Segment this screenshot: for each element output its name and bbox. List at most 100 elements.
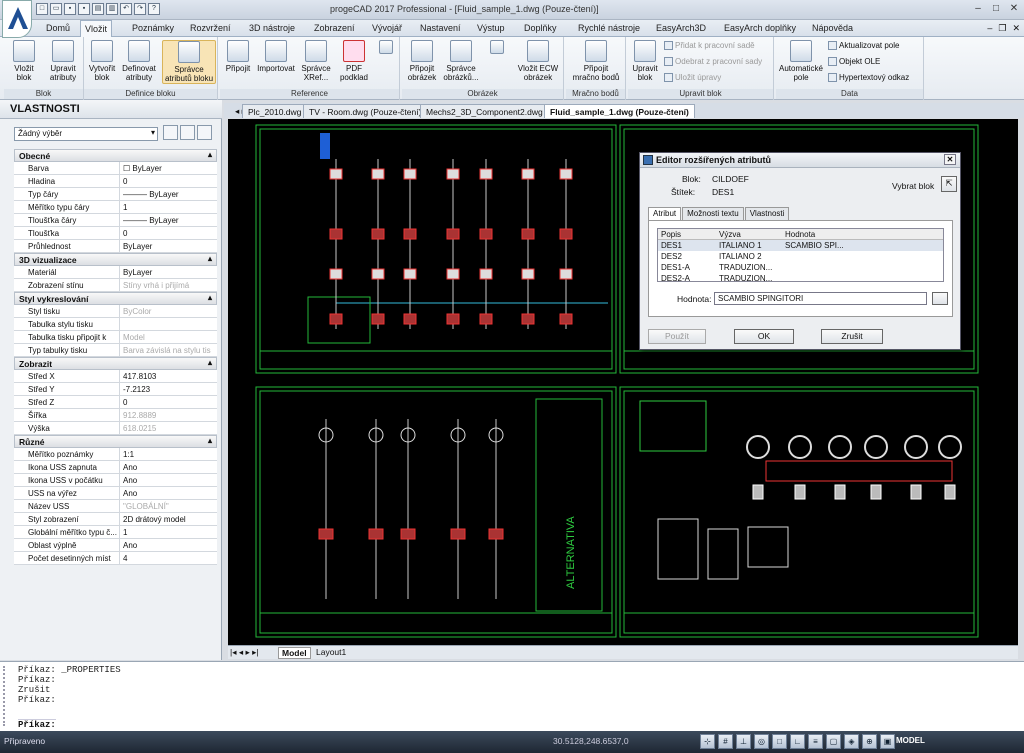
property-row[interactable]: Průhlednost ByLayer bbox=[14, 240, 217, 253]
property-row[interactable]: Ikona USS zapnuta Ano bbox=[14, 461, 217, 474]
property-value[interactable]: Barva závislá na stylu tis bbox=[120, 344, 217, 356]
property-value[interactable]: Ano bbox=[120, 474, 217, 486]
remove-from-workset-button[interactable]: Odebrat z pracovní sady bbox=[664, 57, 762, 66]
osnap-icon[interactable]: □ bbox=[772, 734, 787, 749]
grid-icon[interactable]: # bbox=[718, 734, 733, 749]
property-value[interactable]: -7.2123 bbox=[120, 383, 217, 395]
property-value[interactable]: 1:1 bbox=[120, 448, 217, 460]
insert-block-button[interactable]: Vložit blok bbox=[6, 40, 42, 82]
property-value[interactable]: 0 bbox=[120, 227, 217, 239]
property-value[interactable]: ☐ ByLayer bbox=[120, 162, 217, 174]
tab-vlozit[interactable]: Vložit bbox=[80, 20, 113, 37]
property-row[interactable]: Měřítko poznámky 1:1 bbox=[14, 448, 217, 461]
property-row[interactable]: Ikona USS v počátku Ano bbox=[14, 474, 217, 487]
edit-block-button[interactable]: Upravit blok bbox=[630, 40, 660, 82]
create-block-button[interactable]: Vytvořit blok bbox=[86, 40, 118, 82]
image-tools-button[interactable] bbox=[482, 40, 512, 56]
property-value[interactable]: 4 bbox=[120, 552, 217, 564]
snap-icon[interactable]: ⊹ bbox=[700, 734, 715, 749]
open-icon[interactable]: ▭ bbox=[50, 3, 62, 15]
doc-tab-4[interactable]: Fluid_sample_1.dwg (Pouze-čtení) bbox=[544, 104, 695, 118]
close-doc-button[interactable]: ✕ bbox=[1012, 23, 1020, 34]
tab-nastaveni[interactable]: Nastavení bbox=[416, 22, 465, 34]
property-row[interactable]: Měřítko typu čáry 1 bbox=[14, 201, 217, 214]
property-category[interactable]: Zobrazit bbox=[14, 357, 217, 370]
attribute-table[interactable]: Popis Výzva Hodnota DES1 ITALIANO 1 SCAMBI… bbox=[657, 228, 944, 282]
property-row[interactable]: Šířka 912.8889 bbox=[14, 409, 217, 422]
restore-doc-button[interactable]: ❐ bbox=[998, 23, 1006, 34]
minimize-doc-button[interactable]: – bbox=[987, 23, 992, 34]
redo-icon[interactable]: ↷ bbox=[134, 3, 146, 15]
tab-easyarch-doplnky[interactable]: EasyArch doplňky bbox=[720, 22, 800, 34]
command-prompt[interactable]: Příkaz: bbox=[18, 719, 56, 730]
quick-props-icon[interactable]: ◈ bbox=[844, 734, 859, 749]
property-row[interactable]: Oblast výplně Ano bbox=[14, 539, 217, 552]
tab-zobrazeni[interactable]: Zobrazení bbox=[310, 22, 359, 34]
property-row[interactable]: Typ čáry ——— ByLayer bbox=[14, 188, 217, 201]
property-value[interactable]: Ano bbox=[120, 487, 217, 499]
property-value[interactable]: ByLayer bbox=[120, 240, 217, 252]
attach-button[interactable]: Připojit bbox=[222, 40, 254, 73]
lineweight-icon[interactable]: ≡ bbox=[808, 734, 823, 749]
new-icon[interactable]: □ bbox=[36, 3, 48, 15]
model-tab[interactable]: Model bbox=[278, 647, 311, 659]
tab-vlastnosti[interactable]: Vlastnosti bbox=[744, 207, 790, 220]
import-button[interactable]: Importovat bbox=[256, 40, 296, 73]
block-attribute-manager-button[interactable]: Správce atributů bloku bbox=[162, 40, 216, 84]
hyperlink-button[interactable]: Hypertextový odkaz bbox=[828, 73, 909, 82]
ole-object-button[interactable]: Objekt OLE bbox=[828, 57, 880, 66]
automatic-field-button[interactable]: Automatické pole bbox=[778, 40, 824, 82]
pdf-underlay-button[interactable]: PDF podklad bbox=[336, 40, 372, 82]
apply-button[interactable]: Použít bbox=[648, 329, 706, 344]
doc-tab-1[interactable]: Plc_2010.dwg bbox=[242, 104, 308, 118]
update-fields-button[interactable]: Aktualizovat pole bbox=[828, 41, 899, 50]
tab-vyvojar[interactable]: Vývojář bbox=[368, 22, 406, 34]
property-row[interactable]: Globální měřítko typu č... 1 bbox=[14, 526, 217, 539]
property-value[interactable]: ByLayer bbox=[120, 266, 217, 278]
property-row[interactable]: Výška 618.0215 bbox=[14, 422, 217, 435]
property-value[interactable]: 1 bbox=[120, 526, 217, 538]
property-value[interactable]: Model bbox=[120, 331, 217, 343]
property-row[interactable]: Počet desetinných míst 4 bbox=[14, 552, 217, 565]
property-row[interactable]: Střed Y -7.2123 bbox=[14, 383, 217, 396]
undo-icon[interactable]: ↶ bbox=[120, 3, 132, 15]
selection-cycle-icon[interactable]: ⊕ bbox=[862, 734, 877, 749]
table-row[interactable]: DES2 ITALIANO 2 bbox=[658, 251, 943, 262]
ok-button[interactable]: OK bbox=[734, 329, 794, 344]
close-button[interactable]: ✕ bbox=[1008, 3, 1020, 14]
define-attributes-button[interactable]: Definovat atributy bbox=[120, 40, 158, 82]
property-row[interactable]: Materiál ByLayer bbox=[14, 266, 217, 279]
minimize-button[interactable]: – bbox=[972, 3, 984, 14]
property-value[interactable]: 0 bbox=[120, 396, 217, 408]
dynamic-input-icon[interactable]: ▢ bbox=[826, 734, 841, 749]
xref-manager-button[interactable]: Správce XRef... bbox=[298, 40, 334, 82]
toggle-pickadd-icon[interactable] bbox=[197, 125, 212, 140]
tab-vystup[interactable]: Výstup bbox=[473, 22, 509, 34]
cancel-button[interactable]: Zrušit bbox=[821, 329, 883, 344]
dialog-close-button[interactable]: ✕ bbox=[944, 154, 956, 165]
layout-nav-icon[interactable]: |◂ ◂ ▸ ▸| bbox=[230, 647, 259, 658]
annotation-icon[interactable]: ▣ bbox=[880, 734, 895, 749]
value-options-button[interactable] bbox=[932, 292, 948, 305]
tab-napoveda[interactable]: Nápověda bbox=[808, 22, 857, 34]
property-value[interactable]: Ano bbox=[120, 461, 217, 473]
property-row[interactable]: Styl tisku ByColor bbox=[14, 305, 217, 318]
property-value[interactable]: 417.8103 bbox=[120, 370, 217, 382]
property-row[interactable]: Barva ☐ ByLayer bbox=[14, 162, 217, 175]
help-icon[interactable]: ? bbox=[148, 3, 160, 15]
print-icon[interactable]: ▤ bbox=[92, 3, 104, 15]
save-icon[interactable]: ▪ bbox=[64, 3, 76, 15]
tab-moznosti-textu[interactable]: Možnosti textu bbox=[682, 207, 744, 220]
property-value[interactable]: ——— ByLayer bbox=[120, 188, 217, 200]
ortho-icon[interactable]: ⊥ bbox=[736, 734, 751, 749]
tab-poznamky[interactable]: Poznámky bbox=[128, 22, 178, 34]
property-value[interactable]: 912.8889 bbox=[120, 409, 217, 421]
tab-domu[interactable]: Domů bbox=[42, 22, 74, 34]
tab-3d-nastroje[interactable]: 3D nástroje bbox=[245, 22, 299, 34]
select-block-button[interactable]: ⇱ bbox=[941, 176, 957, 192]
attach-pointcloud-button[interactable]: Připojit mračno bodů bbox=[570, 40, 622, 82]
property-row[interactable]: Zobrazení stínu Stíny vrhá i přijímá bbox=[14, 279, 217, 292]
property-category[interactable]: Různé bbox=[14, 435, 217, 448]
tab-doplnky[interactable]: Doplňky bbox=[520, 22, 561, 34]
command-grip-icon[interactable] bbox=[3, 666, 11, 726]
